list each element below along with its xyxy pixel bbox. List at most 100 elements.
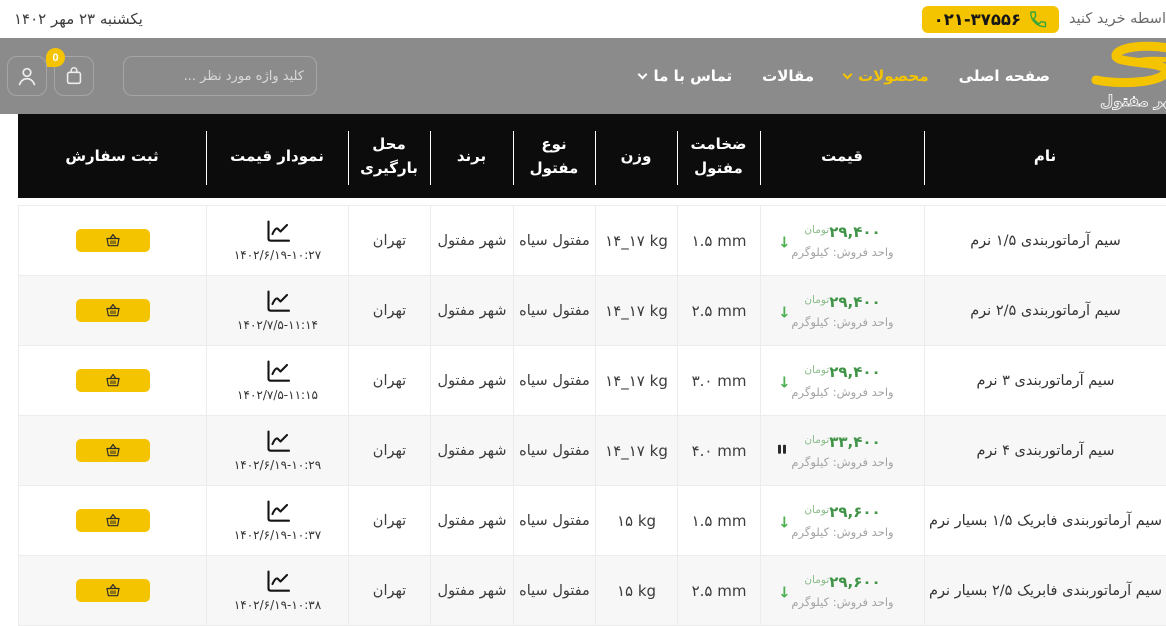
main-nav: صفحه اصلی محصولات مقالات تماس با ما (638, 67, 1050, 85)
cart-button[interactable]: 0 (46, 48, 94, 96)
brand-value: شهر مفتول (430, 556, 513, 625)
chevron-down-icon (638, 69, 648, 79)
column-header: ضخامت مفتول (677, 114, 760, 198)
site-logo[interactable]: شهر مفتول (1090, 39, 1166, 113)
search-box (123, 56, 317, 96)
wire-type-value: مفتول سیاه (513, 206, 595, 275)
order-cell (18, 486, 206, 555)
basket-icon (105, 583, 120, 597)
loading-location-value: تهران (348, 556, 430, 625)
order-button[interactable] (75, 579, 150, 602)
weight-value: ۱۴_۱۷ kg (595, 276, 677, 345)
sale-unit-label: واحد فروش: کیلوگرم (791, 384, 894, 399)
thickness-value: ۲.۵ mm (677, 276, 760, 345)
product-name: سیم آرماتوربندی ۱/۵ نرم (924, 206, 1166, 275)
wire-type-value: مفتول سیاه (513, 346, 595, 415)
price-currency: تومان (804, 573, 830, 586)
site-header: شهر مفتول صفحه اصلی محصولات مقالات تماس با … (0, 38, 1166, 114)
order-button[interactable] (75, 439, 150, 462)
weight-value: ۱۴_۱۷ kg (595, 416, 677, 485)
basket-icon (105, 233, 120, 247)
table-row: سیم آرماتوربندی ۴ نرم ۳۳,۴۰۰ تومان واحد … (18, 416, 1166, 486)
price-cell: ۲۹,۴۰۰ تومان واحد فروش: کیلوگرم ↓ (760, 276, 924, 345)
order-cell (18, 416, 206, 485)
price-cell: ۲۹,۶۰۰ تومان واحد فروش: کیلوگرم ↓ (760, 556, 924, 625)
nav-item-label: محصولات (858, 67, 929, 85)
price-down-icon: ↓ (778, 582, 791, 601)
column-header: ثبت سفارش (65, 147, 159, 165)
column-header: قیمت (760, 114, 924, 198)
order-button[interactable] (75, 369, 150, 392)
thickness-value: ۱.۵ mm (677, 486, 760, 555)
price-currency: تومان (804, 433, 830, 446)
phone-button[interactable]: ۰۲۱-۳۷۵۵۶ (921, 5, 1060, 33)
price-chart-link[interactable]: ۱۴۰۲/۶/۱۹-۱۰:۲۷ (206, 206, 348, 275)
product-name: سیم آرماتوربندی فابریک ۱/۵ بسیار نرم (924, 486, 1166, 555)
wire-type-value: مفتول سیاه (513, 276, 595, 345)
topbar-contact-group: اسطه خرید کنید ۰۲۱-۳۷۵۵۶ (921, 5, 1166, 33)
price-down-icon: ↓ (778, 512, 791, 531)
column-header: برند (430, 114, 513, 198)
wire-type-value: مفتول سیاه (513, 556, 595, 625)
column-header: وزن (595, 114, 677, 198)
price-cell: ۲۹,۴۰۰ تومان واحد فروش: کیلوگرم ↓ (760, 206, 924, 275)
price-cell: ۲۹,۶۰۰ تومان واحد فروش: کیلوگرم ↓ (760, 486, 924, 555)
product-name: سیم آرماتوربندی فابریک ۲/۵ بسیار نرم (924, 556, 1166, 625)
chart-updated-date: ۱۴۰۲/۷/۵-۱۱:۱۵ (237, 388, 318, 402)
price-value: ۳۳,۴۰۰ (829, 432, 881, 451)
shopping-bag-icon (66, 67, 82, 85)
thickness-value: ۳.۰ mm (677, 346, 760, 415)
order-button[interactable] (75, 229, 150, 252)
phone-number: ۰۲۱-۳۷۵۵۶ (933, 9, 1022, 29)
price-currency: تومان (804, 503, 830, 516)
account-button[interactable] (7, 56, 47, 96)
order-cell (18, 346, 206, 415)
loading-location-value: تهران (348, 346, 430, 415)
promo-text: اسطه خرید کنید (1069, 11, 1166, 27)
nav-item-1[interactable]: صفحه اصلی (959, 67, 1050, 85)
brand-value: شهر مفتول (430, 276, 513, 345)
chart-updated-date: ۱۴۰۲/۶/۱۹-۱۰:۳۸ (233, 598, 322, 612)
order-button[interactable] (75, 299, 150, 322)
price-down-icon: ↓ (778, 302, 791, 321)
price-chart-link[interactable]: ۱۴۰۲/۶/۱۹-۱۰:۳۸ (206, 556, 348, 625)
price-chart-link[interactable]: ۱۴۰۲/۶/۱۹-۱۰:۲۹ (206, 416, 348, 485)
basket-icon (105, 443, 120, 457)
line-chart-icon (266, 570, 290, 592)
price-cell: ۳۳,۴۰۰ تومان واحد فروش: کیلوگرم (760, 416, 924, 485)
wire-type-value: مفتول سیاه (513, 416, 595, 485)
weight-value: ۱۵ kg (595, 556, 677, 625)
nav-item-label: مقالات (762, 67, 815, 85)
phone-icon (1030, 10, 1047, 27)
table-row: سیم آرماتوربندی فابریک ۱/۵ بسیار نرم ۲۹,… (18, 486, 1166, 556)
basket-icon (105, 373, 120, 387)
thickness-value: ۲.۵ mm (677, 556, 760, 625)
sale-unit-label: واحد فروش: کیلوگرم (791, 244, 894, 259)
order-cell (18, 206, 206, 275)
cart-badge: 0 (46, 48, 65, 67)
price-down-icon: ↓ (778, 232, 791, 251)
search-input[interactable] (134, 68, 304, 84)
loading-location-value: تهران (348, 206, 430, 275)
price-chart-link[interactable]: ۱۴۰۲/۷/۵-۱۱:۱۴ (206, 276, 348, 345)
nav-item-4[interactable]: تماس با ما (638, 67, 733, 85)
price-cell: ۲۹,۴۰۰ تومان واحد فروش: کیلوگرم ↓ (760, 346, 924, 415)
price-chart-link[interactable]: ۱۴۰۲/۶/۱۹-۱۰:۳۷ (206, 486, 348, 555)
price-value: ۲۹,۴۰۰ (829, 292, 881, 311)
nav-item-3[interactable]: مقالات (762, 67, 814, 85)
order-button[interactable] (75, 509, 150, 532)
price-value: ۲۹,۴۰۰ (829, 362, 881, 381)
chevron-down-icon (842, 69, 853, 79)
price-value: ۲۹,۴۰۰ (829, 222, 881, 241)
thickness-value: ۱.۵ mm (677, 206, 760, 275)
line-chart-icon (266, 220, 290, 242)
nav-item-label: تماس با ما (653, 67, 733, 85)
nav-item-2[interactable]: محصولات (842, 67, 929, 85)
order-cell (18, 276, 206, 345)
chart-updated-date: ۱۴۰۲/۷/۵-۱۱:۱۴ (237, 318, 318, 332)
sale-unit-label: واحد فروش: کیلوگرم (791, 524, 894, 539)
price-chart-link[interactable]: ۱۴۰۲/۷/۵-۱۱:۱۵ (206, 346, 348, 415)
chart-updated-date: ۱۴۰۲/۶/۱۹-۱۰:۲۷ (233, 248, 322, 262)
table-row: سیم آرماتوربندی ۲/۵ نرم ۲۹,۴۰۰ تومان واح… (18, 276, 1166, 346)
column-header: نمودار قیمت (206, 114, 348, 198)
